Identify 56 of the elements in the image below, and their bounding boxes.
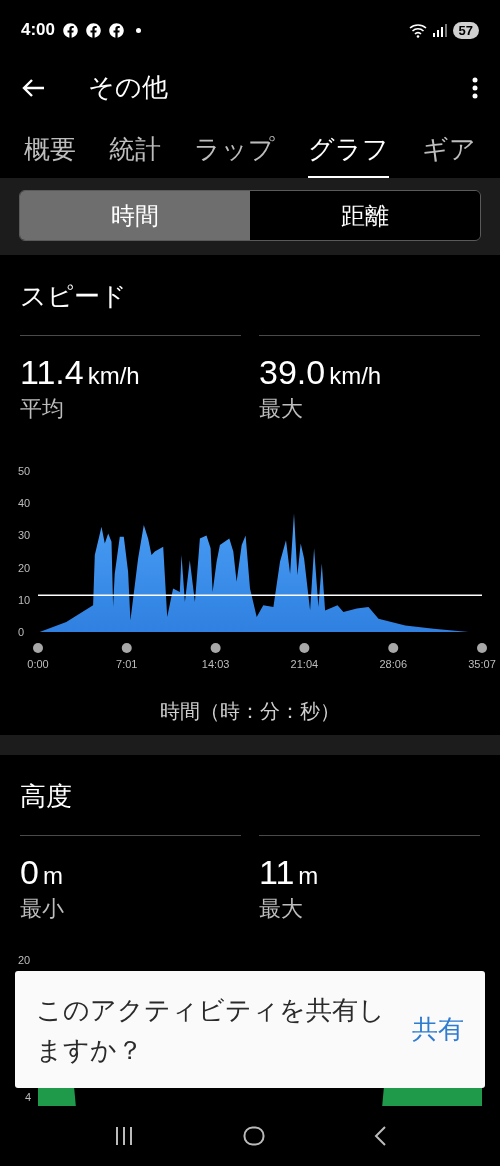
y-tick-label: 4 [25,1090,32,1105]
y-tick-label: 0 [18,626,25,638]
tab[interactable]: ギア [422,132,476,178]
signal-icon [432,23,447,37]
section-title: 高度 [19,780,73,813]
x-tick-label: 35:07 [468,658,496,670]
x-tick-label: 14:03 [201,658,230,670]
y-tick-label: 40 [18,497,31,510]
stat-unit: m [42,861,63,891]
y-tick-label: 10 [18,593,31,606]
segment-button[interactable]: 時間 [20,191,250,240]
clock: 4:00 [21,19,56,42]
tab[interactable]: 概要 [24,132,76,178]
tick-dot [477,643,487,653]
axis-title: 時間（時：分：秒） [159,699,341,724]
y-tick-label: 30 [18,529,31,542]
stat-label: 平均 [20,395,65,423]
segment-button[interactable]: 距離 [250,191,480,240]
tick-dot [121,643,132,653]
facebook-icon [63,22,79,38]
x-tick-label: 21:04 [290,658,319,670]
wifi-icon [408,22,427,38]
y-tick-label: 20 [18,953,31,968]
stat-unit: km/h [329,361,382,391]
section-title: スピード [19,280,128,313]
tab[interactable]: 統計 [109,132,161,178]
stat-value: 11.4 [20,352,84,392]
stat-value: 39.0 [259,352,326,392]
tick-dot [299,643,310,653]
y-tick-label: 20 [18,561,31,574]
tick-dot [210,643,221,653]
facebook-icon [86,22,102,38]
stat-unit: m [298,861,319,891]
stat-label: 最大 [259,895,304,923]
stat-value: 0 [20,852,39,892]
tick-dot [33,643,43,653]
tab[interactable]: ラップ [194,132,275,178]
stat-label: 最大 [259,395,304,423]
back-icon[interactable] [373,1126,386,1146]
stat-label: 最小 [20,895,65,923]
tick-dot [388,643,399,653]
more-options-icon[interactable] [472,76,478,99]
home-icon[interactable] [243,1126,265,1146]
stat-value: 11 [259,852,295,892]
x-tick-label: 7:01 [116,658,138,670]
facebook-icon [109,22,125,38]
battery-indicator: 57 [452,21,479,39]
share-message: このアクティビティを共有しますか？ [36,993,386,1067]
x-tick-label: 0:00 [27,658,49,670]
y-tick-label: 50 [18,465,31,477]
share-button[interactable]: 共有 [412,1010,464,1049]
page-title: その他 [88,71,168,104]
recent-apps-icon[interactable] [114,1127,135,1145]
stat-unit: km/h [87,361,140,391]
x-tick-label: 28:06 [379,658,407,670]
back-arrow-icon[interactable] [22,77,46,98]
